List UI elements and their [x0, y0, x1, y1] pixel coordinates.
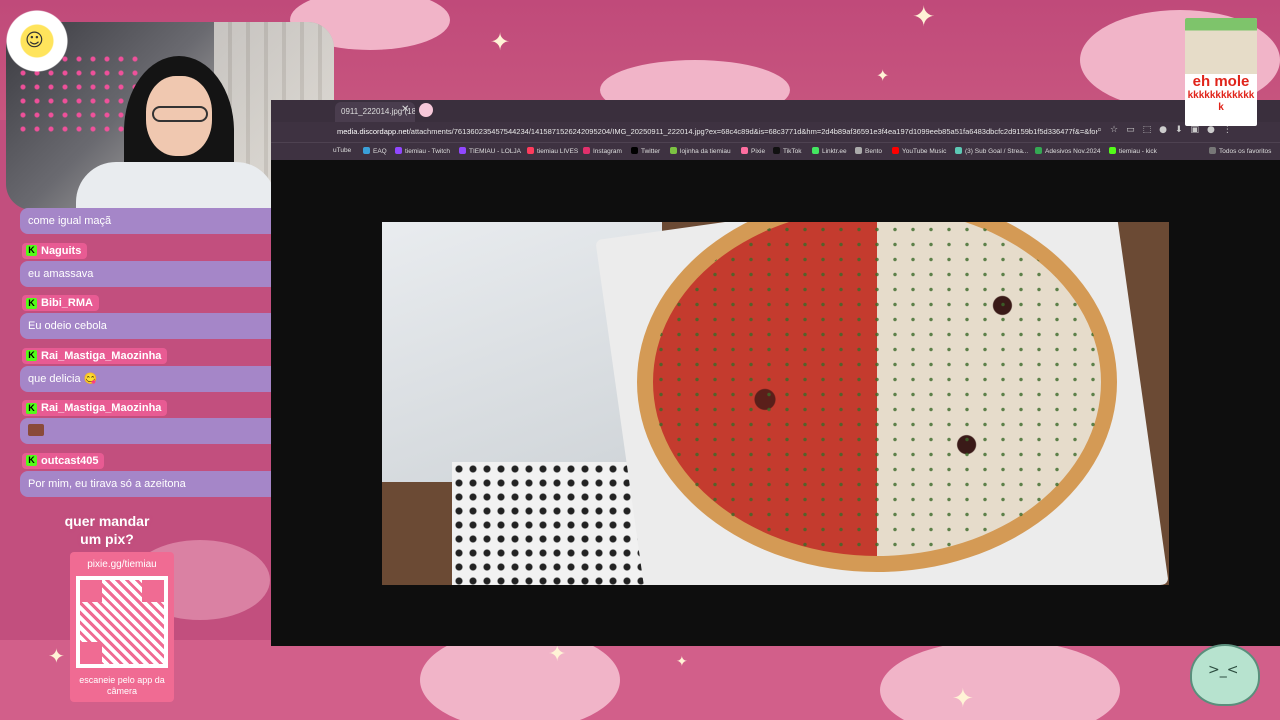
bookmark-item[interactable]: Instagram: [583, 147, 622, 155]
kick-badge-icon: K: [26, 297, 37, 309]
bookmark-item[interactable]: tiemiau - Twitch: [395, 147, 450, 155]
chat-message-text: que delicia 😋: [20, 365, 292, 392]
flower-icon: ☺: [0, 4, 74, 78]
pix-card: pixie.gg/tiemiau escaneie pelo app da câ…: [70, 552, 174, 702]
chat-message: K Naguits eu amassava: [20, 240, 292, 287]
qr-code: [76, 576, 168, 668]
address-bar: media.discordapp.net/attachments/7613602…: [271, 122, 1280, 142]
pix-title: quer mandar um pix?: [64, 513, 150, 547]
address-input[interactable]: media.discordapp.net/attachments/7613602…: [337, 125, 1097, 139]
frog-dog-image: [1185, 18, 1257, 74]
chat-message: K Rai_Mastiga_Maozinha que delicia 😋: [20, 345, 292, 392]
star-icon: ✦: [490, 28, 511, 56]
chat-message-text: Eu odeio cebola: [20, 313, 292, 339]
bookmarks-bar: uTube EAQ tiemiau - Twitch TIEMIAU - LOL…: [271, 142, 1280, 160]
chat-overlay: come igual maçã K Naguits eu amassava K Bi…: [20, 198, 292, 503]
bookmark-item[interactable]: Linktr.ee: [812, 147, 847, 155]
bookmark-item[interactable]: (3) Sub Goal / Strea...: [955, 147, 1028, 155]
bookmark-item[interactable]: TikTok: [773, 147, 802, 155]
bookmark-item[interactable]: Twitter: [631, 147, 660, 155]
chat-message: K Rai_Mastiga_Maozinha: [20, 398, 292, 444]
bookmark-item[interactable]: EAQ: [363, 147, 387, 155]
kick-badge-icon: K: [26, 350, 37, 361]
chat-message: K Bibi_RMA Eu odeio cebola: [20, 293, 292, 339]
image-viewport: [271, 160, 1280, 646]
star-icon: ✦: [912, 0, 936, 33]
tab-bar: 0911_222014.jpg (18 ✕: [271, 100, 1280, 122]
bookmark-item[interactable]: TIEMIAU - LOLJA: [459, 147, 521, 155]
chat-message-emote: [20, 418, 292, 444]
chat-message-text: eu amassava: [20, 260, 292, 287]
chat-message: Koutcast405 Por mim, eu tirava só a azei…: [20, 450, 292, 497]
meme-sticker: eh mole kkkkkkkkkkkkk: [1185, 18, 1257, 126]
bookmark-item[interactable]: Pixie: [741, 147, 765, 155]
chat-message-text: Por mim, eu tirava só a azeitona: [20, 470, 292, 497]
star-icon: ✦: [876, 66, 890, 85]
kick-badge-icon: K: [26, 402, 37, 414]
bookmark-item[interactable]: uTube: [333, 147, 351, 154]
star-icon: ✦: [952, 684, 974, 714]
kick-badge-icon: K: [26, 245, 37, 256]
chat-username: K Naguits: [22, 242, 88, 259]
close-tab-icon[interactable]: ✕: [401, 104, 409, 115]
chat-username: K Rai_Mastiga_Maozinha: [22, 347, 168, 364]
emote-icon: [28, 424, 44, 436]
pizza-photo: [382, 222, 1169, 585]
mascot-icon: >_<: [1190, 644, 1260, 706]
chat-message-text: come igual maçã: [20, 208, 292, 234]
chat-username: K Bibi_RMA: [22, 295, 99, 311]
bookmark-item[interactable]: Adesivos Nov.2024: [1035, 147, 1101, 155]
bookmark-item[interactable]: tiemiau - kick: [1109, 147, 1157, 155]
pix-url: pixie.gg/tiemiau: [87, 559, 157, 570]
bookmark-item[interactable]: Todos os favoritos: [1209, 147, 1271, 155]
bookmark-item[interactable]: YouTube Music: [892, 147, 946, 155]
chat-username: K Rai_Mastiga_Maozinha: [22, 400, 168, 416]
bookmark-item[interactable]: tiemiau LIVES: [527, 147, 578, 155]
bookmark-item[interactable]: Bento: [855, 147, 882, 155]
star-icon: ✦: [48, 644, 65, 668]
toolbar-icons[interactable]: ⌕☆▭⬚●⬇▣●⋮: [1097, 125, 1240, 135]
star-icon: ✦: [676, 654, 688, 670]
browser-window: 0911_222014.jpg (18 ✕ media.discordapp.n…: [271, 100, 1280, 646]
chat-message: come igual maçã: [20, 208, 292, 234]
kick-badge-icon: K: [26, 455, 37, 466]
pix-hint: escaneie pelo app da câmera: [79, 675, 165, 696]
chat-username: Koutcast405: [22, 452, 105, 469]
bookmark-item[interactable]: lojinha da tiemiau: [670, 147, 731, 155]
new-tab-button[interactable]: [419, 103, 433, 117]
